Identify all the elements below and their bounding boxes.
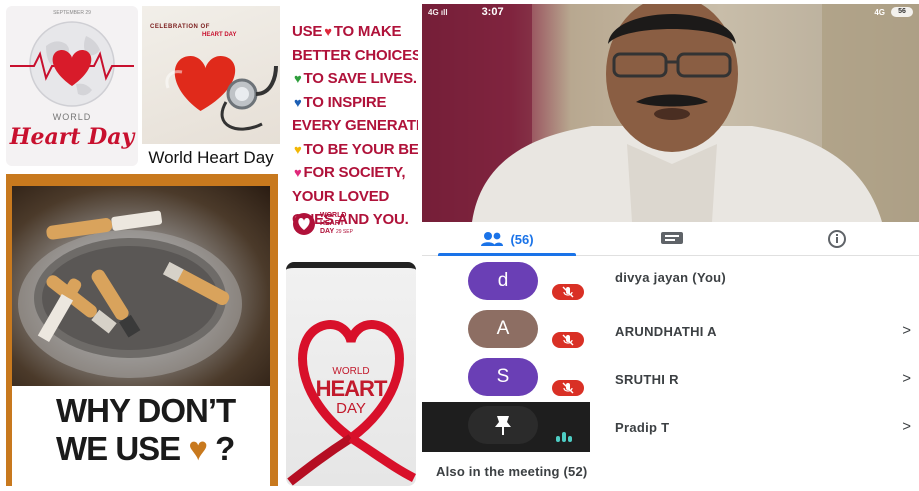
people-icon <box>481 232 504 246</box>
use-heart-lines: USE ♥ TO MAKE BETTER CHOICES ♥ TO SAVE LIVES.… <box>292 20 418 232</box>
pin-icon <box>495 416 511 435</box>
tab-info[interactable] <box>762 222 912 256</box>
poster-line-text: TO MAKE <box>333 23 402 40</box>
poster-line-text: TO SAVE LIVES. <box>303 70 418 87</box>
avatar: A <box>468 310 538 348</box>
poster-line: ♥ TO SAVE LIVES. <box>292 67 418 91</box>
chevron-right-icon[interactable]: > <box>902 418 911 435</box>
avatar <box>468 406 538 444</box>
heart-icon: ♥ <box>324 24 332 39</box>
speaking-indicator-icon <box>556 432 572 442</box>
why-line-2-text: WE USE <box>56 430 181 467</box>
chat-icon <box>661 232 683 244</box>
people-count: (56) <box>510 231 534 247</box>
celebration-text: CELEBRATION OF <box>150 24 210 30</box>
poster-line: ♥ TO BE YOUR BE <box>292 138 418 162</box>
poster-line-text: FOR SOCIETY, <box>303 164 406 181</box>
participant-name: SRUTHI R <box>615 372 679 387</box>
world-heart-day-stethoscope-poster: CELEBRATION OF HEART DAY World Heart Day <box>142 6 280 172</box>
chevron-right-icon[interactable]: > <box>902 322 911 339</box>
heart-day-small-text: HEART DAY <box>202 32 237 38</box>
poster-line: ♥ TO INSPIRE <box>292 91 418 115</box>
avatar: d <box>468 262 538 300</box>
network-type: 4G <box>874 7 885 17</box>
question-mark: ? <box>215 430 235 467</box>
world-heart-day-logo: WORLD HEART DAY 29 SEP <box>292 212 360 236</box>
participant-row[interactable]: d divya jayan (You) <box>422 260 919 308</box>
poster-line-text: TO BE YOUR BE <box>303 140 418 158</box>
poster-line: BETTER CHOICES <box>292 44 418 68</box>
poster-line: YOUR LOVED <box>292 185 418 209</box>
why-dont-we-use-heart-poster: WHY DON’T WE USE ♥ ? <box>6 174 278 486</box>
heart-icon: ♥ <box>294 94 302 110</box>
participant-name: divya jayan (You) <box>615 270 727 285</box>
poster-line: USE ♥ TO MAKE <box>292 20 418 44</box>
ribbon-day-text: DAY <box>336 400 366 417</box>
tab-people[interactable]: (56) <box>432 222 582 256</box>
poster-line-text: EVERY GENERATIO <box>292 117 418 134</box>
world-heart-day-globe-poster: SEPTEMBER 29 WORLD Heart Day <box>6 6 138 166</box>
speaker-video-feed[interactable]: 4G ıll 3:07 4G 56 <box>422 4 919 222</box>
logo-date: 29 SEP <box>335 229 353 235</box>
participant-name: ARUNDHATHI A <box>615 324 717 339</box>
poster-line-text: TO INSPIRE <box>303 93 387 111</box>
heart-icon: ♥ <box>294 141 302 157</box>
signal-text: 4G ıll <box>428 7 448 17</box>
participant-row[interactable]: A ARUNDHATHI A > <box>422 308 919 356</box>
heart-icon: ♥ <box>294 71 302 86</box>
mic-muted-icon <box>552 284 584 300</box>
poster-heart-day-text: Heart Day <box>9 124 135 150</box>
poster-line: ♥ FOR SOCIETY, <box>292 161 418 185</box>
video-meeting-screenshot: 4G ıll 3:07 4G 56 (56) d divya jayan (Yo… <box>422 4 919 491</box>
participant-row[interactable]: Pradip T > <box>422 402 919 452</box>
heart-icon: ♥ <box>188 430 208 467</box>
speaker-person-figure <box>422 4 919 222</box>
why-dont-we-use-text: WHY DON’T WE USE ♥ ? <box>56 392 236 468</box>
world-heart-day-caption: World Heart Day <box>148 148 274 167</box>
mic-muted-icon <box>552 380 584 396</box>
ribbon-heart-text: HEART <box>315 376 388 401</box>
status-time: 3:07 <box>481 6 504 18</box>
participant-row[interactable]: S SRUTHI R > <box>422 356 919 404</box>
battery-indicator: 56 <box>891 7 913 17</box>
phone-status-bar: 4G ıll 3:07 4G 56 <box>422 4 919 20</box>
cigarettes-icon <box>18 210 242 378</box>
world-heart-day-ribbon-poster: WORLD HEART DAY <box>286 262 416 486</box>
poster-line-text: YOUR LOVED <box>292 187 390 205</box>
poster-world-text: WORLD <box>52 112 92 122</box>
why-line-1: WHY DON’T <box>56 392 236 429</box>
globe-heart-illustration <box>10 21 134 107</box>
why-line-2: WE USE ♥ ? <box>56 430 235 468</box>
participant-name: Pradip T <box>615 420 670 435</box>
mic-muted-icon <box>552 332 584 348</box>
info-icon <box>828 230 846 248</box>
chevron-right-icon[interactable]: > <box>902 370 911 387</box>
avatar: S <box>468 358 538 396</box>
heart-icon: ♥ <box>294 165 302 180</box>
poster-line-prefix: USE <box>292 23 323 40</box>
participants-list: d divya jayan (You) A ARUNDHATHI A > S S… <box>422 256 919 491</box>
use-heart-poster: USE ♥ TO MAKE BETTER CHOICES ♥ TO SAVE LIVES.… <box>284 6 418 258</box>
heart-logo-icon <box>293 213 315 235</box>
meeting-tabs: (56) <box>422 222 919 256</box>
cigarette-ashtray-photo <box>12 186 270 386</box>
participant-video-tile <box>422 402 590 452</box>
tab-chat[interactable] <box>602 222 742 256</box>
poster-line-text: BETTER CHOICES <box>292 46 418 64</box>
poster-line: EVERY GENERATIO <box>292 114 418 138</box>
also-in-meeting-label: Also in the meeting (52) <box>436 464 588 479</box>
